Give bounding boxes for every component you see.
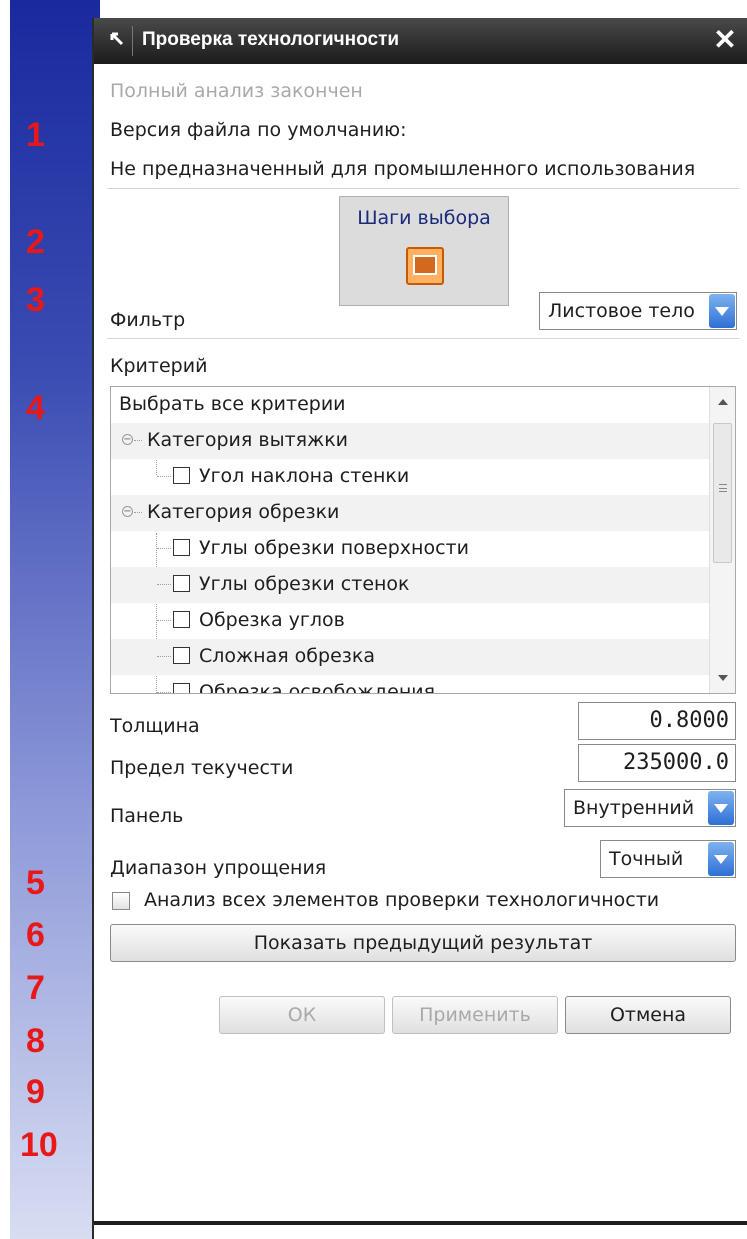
- category-label: Категория обрезки: [147, 501, 340, 523]
- item-label: Обрезка освобождения: [199, 681, 436, 694]
- item-label: Угол наклона стенки: [199, 465, 410, 487]
- item-label: Углы обрезки стенок: [199, 573, 410, 595]
- show-previous-result-button[interactable]: Показать предыдущий результат: [110, 924, 736, 962]
- criteria-tree[interactable]: Выбрать все критерии − Категория вытяжки…: [110, 386, 736, 694]
- separator: [107, 188, 739, 189]
- file-version-label: Версия файла по умолчанию:: [110, 119, 407, 141]
- simplification-range-label: Диапазон упрощения: [110, 857, 327, 879]
- chevron-down-icon[interactable]: [708, 791, 734, 825]
- annotation-10: 10: [20, 1126, 58, 1164]
- tree-item[interactable]: Обрезка освобождения: [111, 675, 709, 694]
- item-label: Обрезка углов: [199, 609, 345, 631]
- item-label: Сложная обрезка: [199, 645, 376, 667]
- side-panel: [10, 0, 100, 1239]
- pin-icon[interactable]: [108, 30, 128, 50]
- file-version-value: Не предназначенный для промышленного исп…: [110, 158, 696, 180]
- yield-strength-label: Предел текучести: [110, 757, 294, 779]
- tree-category[interactable]: − Категория обрезки: [111, 495, 709, 531]
- collapse-icon[interactable]: −: [122, 434, 133, 445]
- checkbox[interactable]: [173, 683, 190, 693]
- tree-category[interactable]: − Категория вытяжки: [111, 423, 709, 459]
- apply-button[interactable]: Применить: [392, 996, 558, 1034]
- annotation-5: 5: [26, 864, 45, 902]
- panel-value: Внутренний: [573, 797, 695, 819]
- scroll-down-icon[interactable]: [718, 675, 728, 681]
- checkbox[interactable]: [173, 575, 190, 592]
- scroll-up-icon[interactable]: [718, 399, 728, 405]
- tree-item[interactable]: Углы обрезки стенок: [111, 567, 709, 603]
- checkbox[interactable]: [173, 467, 190, 484]
- annotation-4: 4: [26, 389, 45, 427]
- annotation-9: 9: [26, 1073, 45, 1111]
- selection-steps-button[interactable]: Шаги выбора: [339, 196, 509, 306]
- dialog-title: Проверка технологичности: [142, 29, 400, 50]
- category-label: Категория вытяжки: [147, 429, 349, 451]
- analysis-status: Полный анализ закончен: [110, 80, 363, 102]
- tree-scrollbar[interactable]: [709, 387, 735, 693]
- scroll-thumb[interactable]: [713, 423, 732, 563]
- item-label: Углы обрезки поверхности: [199, 537, 469, 559]
- criteria-label: Критерий: [110, 355, 208, 377]
- panel-select[interactable]: Внутренний: [564, 789, 736, 827]
- thickness-label: Толщина: [110, 715, 200, 737]
- selection-steps-label: Шаги выбора: [357, 207, 491, 229]
- select-all-criteria: Выбрать все критерии: [119, 393, 346, 415]
- filter-label: Фильтр: [110, 309, 186, 331]
- annotation-2: 2: [26, 223, 45, 261]
- simplification-range-select[interactable]: Точный: [600, 840, 736, 878]
- close-icon[interactable]: ✕: [709, 24, 741, 56]
- title-separator: [132, 26, 133, 56]
- chevron-down-icon[interactable]: [708, 842, 734, 876]
- annotation-8: 8: [26, 1022, 45, 1060]
- panel-label: Панель: [110, 805, 184, 827]
- filter-value: Листовое тело: [548, 300, 695, 322]
- selection-steps-icon: [406, 247, 444, 285]
- checkbox[interactable]: [173, 611, 190, 628]
- checkbox[interactable]: [173, 539, 190, 556]
- collapse-icon[interactable]: −: [122, 506, 133, 517]
- manufacturability-dialog: Проверка технологичности ✕ Полный анализ…: [92, 18, 747, 1239]
- cancel-button[interactable]: Отмена: [565, 996, 731, 1034]
- separator: [107, 338, 739, 339]
- title-bar: Проверка технологичности ✕: [94, 18, 747, 64]
- dialog-bottom-border: [94, 1221, 747, 1225]
- chevron-down-icon[interactable]: [709, 294, 735, 328]
- list-item[interactable]: Выбрать все критерии: [111, 387, 709, 423]
- thickness-input[interactable]: 0.8000: [578, 702, 736, 740]
- range-value: Точный: [609, 848, 684, 870]
- yield-strength-input[interactable]: 235000.0: [578, 744, 736, 782]
- analyze-all-label: Анализ всех элементов проверки технологи…: [144, 889, 660, 911]
- filter-select[interactable]: Листовое тело: [539, 292, 737, 330]
- annotation-3: 3: [26, 281, 45, 319]
- checkbox[interactable]: [173, 647, 190, 664]
- tree-item[interactable]: Углы обрезки поверхности: [111, 531, 709, 567]
- annotation-6: 6: [26, 916, 45, 954]
- tree-item[interactable]: Угол наклона стенки: [111, 459, 709, 495]
- annotation-1: 1: [26, 116, 45, 154]
- tree-item[interactable]: Сложная обрезка: [111, 639, 709, 675]
- tree-item[interactable]: Обрезка углов: [111, 603, 709, 639]
- ok-button[interactable]: ОК: [219, 996, 385, 1034]
- analyze-all-checkbox[interactable]: [112, 892, 130, 910]
- annotation-7: 7: [26, 969, 45, 1007]
